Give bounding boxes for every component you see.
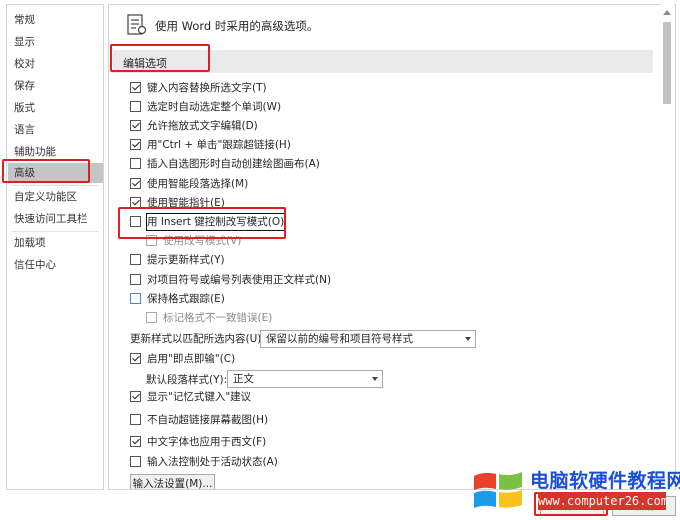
sidebar-item-trust-center[interactable]: 信任中心 [14, 255, 56, 275]
page-title: 使用 Word 时采用的高级选项。 [155, 19, 319, 33]
advanced-options-panel: 使用 Word 时采用的高级选项。 编辑选项 键入内容替换所选文字(T) 选定时… [108, 4, 676, 490]
option-label: 标记格式不一致错误(E) [163, 312, 273, 324]
checkbox[interactable] [130, 158, 141, 169]
annotation-box-section [110, 44, 210, 72]
option-label: 选定时自动选定整个单词(W) [147, 101, 282, 113]
checkbox[interactable] [146, 312, 157, 323]
checkbox[interactable] [130, 456, 141, 467]
sidebar-item-quick-access-toolbar[interactable]: 快速访问工具栏 [14, 209, 88, 229]
chevron-down-icon [372, 377, 378, 381]
style-update-dropdown[interactable]: 保留以前的编号和项目符号样式 [260, 330, 476, 348]
sidebar-item-layout[interactable]: 版式 [14, 98, 35, 118]
option-label: 保持格式跟踪(E) [147, 293, 225, 305]
option-label: 提示更新样式(Y) [147, 254, 225, 266]
sidebar-divider [12, 185, 98, 186]
default-paragraph-style-value: 正文 [233, 373, 254, 385]
option-label: 允许拖放式文字编辑(D) [147, 120, 258, 132]
sidebar-item-language[interactable]: 语言 [14, 120, 35, 140]
watermark-brand: 电脑软硬件教程网 [530, 470, 680, 492]
scroll-up-icon[interactable] [663, 10, 671, 15]
checkbox[interactable] [130, 101, 141, 112]
chevron-down-icon [465, 337, 471, 341]
checkbox[interactable] [130, 139, 141, 150]
option-label: 键入内容替换所选文字(T) [147, 82, 267, 94]
checkbox[interactable] [130, 391, 141, 402]
checkbox[interactable] [130, 353, 141, 364]
watermark: 电脑软硬件教程网 www.computer26.com [472, 464, 680, 520]
option-label: 使用智能段落选择(M) [147, 178, 249, 190]
sidebar-item-proofing[interactable]: 校对 [14, 54, 35, 74]
checkbox[interactable] [130, 120, 141, 131]
document-settings-icon [127, 14, 147, 35]
sidebar-item-add-ins[interactable]: 加载项 [14, 233, 46, 253]
option-label: 中文字体也应用于西文(F) [147, 436, 267, 448]
vertical-scrollbar[interactable] [660, 4, 674, 490]
annotation-box-insert-option [118, 207, 286, 239]
option-label: 不自动超链接屏幕截图(H) [147, 414, 269, 426]
option-label: 插入自选图形时自动创建绘图画布(A) [147, 158, 320, 170]
option-label: 对项目符号或编号列表使用正文样式(N) [147, 274, 332, 286]
checkbox[interactable] [130, 82, 141, 93]
checkbox[interactable] [130, 436, 141, 447]
checkbox[interactable] [130, 414, 141, 425]
sidebar-item-save[interactable]: 保存 [14, 76, 35, 96]
sidebar-divider [12, 231, 98, 232]
sidebar-item-customize-ribbon[interactable]: 自定义功能区 [14, 187, 77, 207]
checkbox[interactable] [130, 254, 141, 265]
option-label: 用"Ctrl + 单击"跟踪超链接(H) [147, 139, 291, 151]
style-update-label: 更新样式以匹配所选内容(U): [130, 333, 265, 345]
watermark-url: www.computer26.com [538, 492, 669, 510]
default-paragraph-style-dropdown[interactable]: 正文 [227, 370, 383, 388]
sidebar-item-general[interactable]: 常规 [14, 10, 35, 30]
checkbox[interactable] [130, 178, 141, 189]
default-paragraph-style-label: 默认段落样式(Y): [146, 374, 228, 386]
options-sidebar: 常规 显示 校对 保存 版式 语言 辅助功能 高级 自定义功能区 快速访问工具栏… [6, 4, 104, 490]
option-label: 显示"记忆式键入"建议 [147, 391, 252, 403]
checkbox[interactable] [130, 293, 141, 304]
windows-logo-icon [474, 472, 522, 508]
option-label: 输入法控制处于活动状态(A) [147, 456, 278, 468]
annotation-box-advanced [2, 159, 90, 183]
checkbox[interactable] [130, 274, 141, 285]
ime-settings-button[interactable]: 输入法设置(M)... [130, 474, 215, 489]
scroll-thumb[interactable] [663, 22, 671, 104]
style-update-value: 保留以前的编号和项目符号样式 [266, 333, 413, 345]
option-label: 启用"即点即输"(C) [147, 353, 236, 365]
sidebar-item-display[interactable]: 显示 [14, 32, 35, 52]
